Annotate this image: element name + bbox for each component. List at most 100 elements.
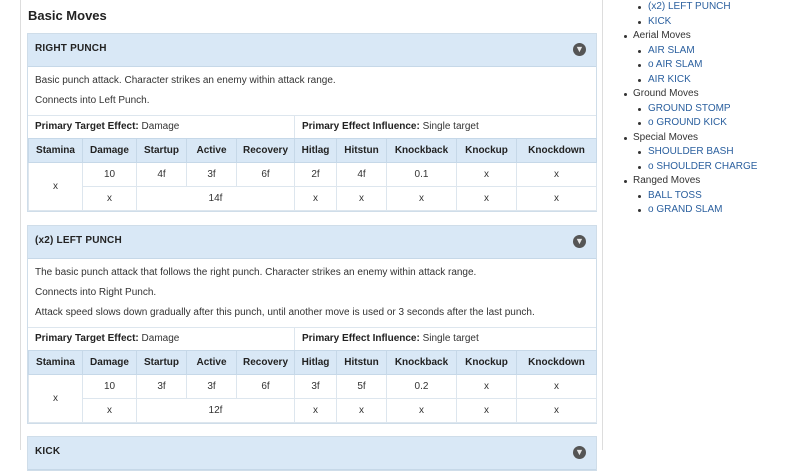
sidebar-item-air-slam[interactable]: AIR SLAM xyxy=(621,44,796,59)
stats-cell: 6f xyxy=(236,162,295,187)
primary-influence-value: Single target xyxy=(422,333,479,344)
sidebar-item-o-ground-kick[interactable]: o GROUND KICK xyxy=(621,116,796,131)
move-description: Basic punch attack. Character strikes an… xyxy=(28,67,596,106)
sidebar-item-left-punch[interactable]: (x2) LEFT PUNCH xyxy=(621,0,796,15)
stats-cell: x xyxy=(456,186,517,211)
stats-cell: x xyxy=(386,398,457,423)
stats-header: Knockup xyxy=(456,350,517,375)
stats-header: Knockback xyxy=(386,138,457,163)
sidebar-item-ground-stomp[interactable]: GROUND STOMP xyxy=(621,102,796,117)
stats-cell: 3f xyxy=(186,162,237,187)
stats-header: Recovery xyxy=(236,350,295,375)
description-line: Connects into Left Punch. xyxy=(35,95,150,106)
stats-header: Hitlag xyxy=(294,138,337,163)
stats-header: Knockdown xyxy=(516,138,597,163)
stats-cell-total-frames: 14f xyxy=(136,186,295,211)
stats-table: Stamina Damage Startup Active Recovery H… xyxy=(28,138,597,211)
primary-target-label: Primary Target Effect: xyxy=(35,121,139,132)
stats-table: Stamina Damage Startup Active Recovery H… xyxy=(28,350,597,423)
move-card-left-punch: (x2) LEFT PUNCH ▼ The basic punch attack… xyxy=(27,225,597,424)
stats-row: x 12f x x x x x xyxy=(29,398,597,423)
primary-target-effect: Primary Target Effect: Damage xyxy=(35,333,179,344)
sidebar-item-o-grand-slam[interactable]: o GRAND SLAM xyxy=(621,203,796,218)
stats-header: Recovery xyxy=(236,138,295,163)
stats-header: Startup xyxy=(136,138,187,163)
primary-effect-influence: Primary Effect Influence: Single target xyxy=(302,121,479,132)
move-card-right-punch: RIGHT PUNCH ▼ Basic punch attack. Charac… xyxy=(27,33,597,212)
move-description: The basic punch attack that follows the … xyxy=(28,259,596,318)
stats-cell: x xyxy=(516,374,597,399)
primary-influence-value: Single target xyxy=(422,121,479,132)
stats-header: Hitlag xyxy=(294,350,337,375)
stats-header: Damage xyxy=(82,350,137,375)
move-title: KICK xyxy=(35,446,61,457)
stats-cell: x xyxy=(82,186,137,211)
sidebar-item-ball-toss[interactable]: BALL TOSS xyxy=(621,189,796,204)
stats-header: Knockback xyxy=(386,350,457,375)
stats-header: Stamina xyxy=(28,350,83,375)
effects-divider xyxy=(294,116,295,138)
stats-header: Damage xyxy=(82,138,137,163)
stats-cell: 10 xyxy=(82,374,137,399)
primary-target-label: Primary Target Effect: xyxy=(35,333,139,344)
move-title: (x2) LEFT PUNCH xyxy=(35,235,122,246)
stats-cell: x xyxy=(516,186,597,211)
sidebar-item-air-kick[interactable]: AIR KICK xyxy=(621,73,796,88)
effects-row: Primary Target Effect: Damage Primary Ef… xyxy=(28,115,596,138)
sidebar-item-o-shoulder-charge[interactable]: o SHOULDER CHARGE xyxy=(621,160,796,175)
stats-header: Knockdown xyxy=(516,350,597,375)
sidebar-item-special-moves[interactable]: Special Moves xyxy=(621,131,796,146)
primary-influence-label: Primary Effect Influence: xyxy=(302,121,420,132)
stats-cell: 0.2 xyxy=(386,374,457,399)
primary-target-value: Damage xyxy=(141,121,180,132)
description-line: Connects into Right Punch. xyxy=(35,287,157,298)
stats-cell: 3f xyxy=(136,374,187,399)
move-card-header[interactable]: RIGHT PUNCH ▼ xyxy=(28,34,596,67)
main-content: Basic Moves RIGHT PUNCH ▼ Basic punch at… xyxy=(20,0,603,471)
stats-cell-total-frames: 12f xyxy=(136,398,295,423)
stats-cell: x xyxy=(456,162,517,187)
move-card-header[interactable]: (x2) LEFT PUNCH ▼ xyxy=(28,226,596,259)
effects-divider xyxy=(294,328,295,350)
stats-cell: x xyxy=(336,186,387,211)
stats-cell: x xyxy=(456,398,517,423)
move-title: RIGHT PUNCH xyxy=(35,43,107,54)
stats-cell: x xyxy=(456,374,517,399)
stats-cell: x xyxy=(516,162,597,187)
stats-cell: x xyxy=(294,398,337,423)
stats-row: x 14f x x x x x xyxy=(29,186,597,211)
stats-cell-stamina: x xyxy=(28,374,83,423)
description-line: Basic punch attack. Character strikes an… xyxy=(35,75,336,86)
section-title: Basic Moves xyxy=(28,8,107,23)
stats-cell: 10 xyxy=(82,162,137,187)
sidebar-item-shoulder-bash[interactable]: SHOULDER BASH xyxy=(621,145,796,160)
stats-cell: x xyxy=(294,186,337,211)
stats-row: x 10 4f 3f 6f 2f 4f 0.1 x x xyxy=(28,162,597,211)
stats-header: Hitstun xyxy=(336,138,387,163)
sidebar-list: (x2) LEFT PUNCH KICK Aerial Moves AIR SL… xyxy=(621,0,796,218)
stats-header-row: Stamina Damage Startup Active Recovery H… xyxy=(28,138,597,163)
stats-header: Stamina xyxy=(28,138,83,163)
stats-cell: 5f xyxy=(336,374,387,399)
stats-cell: x xyxy=(386,186,457,211)
sidebar-item-kick[interactable]: KICK xyxy=(621,15,796,30)
stats-header: Active xyxy=(186,138,237,163)
stats-cell: 3f xyxy=(186,374,237,399)
stats-header: Hitstun xyxy=(336,350,387,375)
move-card-header[interactable]: KICK ▼ xyxy=(28,437,596,470)
sidebar-item-aerial-moves[interactable]: Aerial Moves xyxy=(621,29,796,44)
stats-cell: 4f xyxy=(136,162,187,187)
description-line: Attack speed slows down gradually after … xyxy=(35,307,535,318)
collapse-icon[interactable]: ▼ xyxy=(573,43,586,56)
stats-cell: 4f xyxy=(336,162,387,187)
primary-effect-influence: Primary Effect Influence: Single target xyxy=(302,333,479,344)
sidebar-item-o-air-slam[interactable]: o AIR SLAM xyxy=(621,58,796,73)
collapse-icon[interactable]: ▼ xyxy=(573,446,586,459)
stats-cell: 3f xyxy=(294,374,337,399)
collapse-icon[interactable]: ▼ xyxy=(573,235,586,248)
stats-cell: 2f xyxy=(294,162,337,187)
primary-target-effect: Primary Target Effect: Damage xyxy=(35,121,179,132)
sidebar-item-ranged-moves[interactable]: Ranged Moves xyxy=(621,174,796,189)
sidebar-item-ground-moves[interactable]: Ground Moves xyxy=(621,87,796,102)
stats-cell: 0.1 xyxy=(386,162,457,187)
